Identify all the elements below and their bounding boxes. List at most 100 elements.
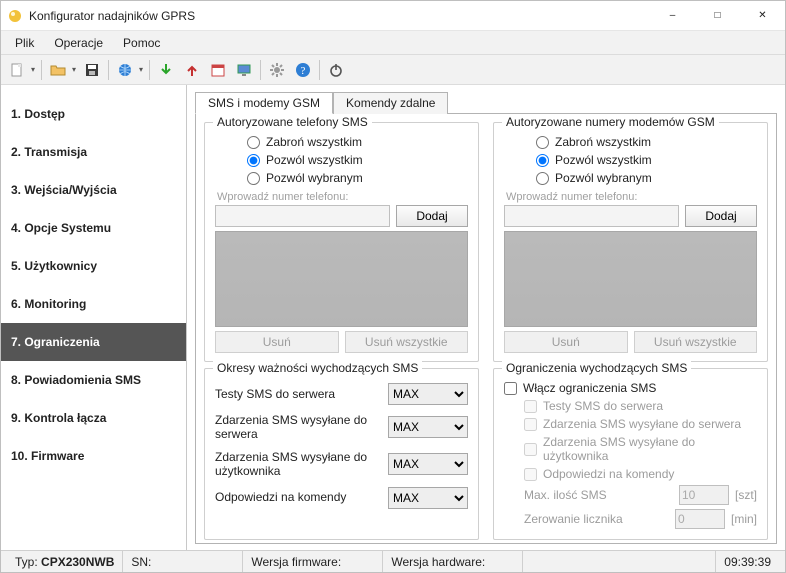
dropdown-icon[interactable]: ▾	[139, 65, 145, 74]
group-sms-limits: Ograniczenia wychodzących SMS Włącz ogra…	[493, 368, 768, 540]
menubar: Plik Operacje Pomoc	[1, 31, 785, 55]
open-folder-icon[interactable]	[46, 58, 70, 82]
toolbar: ▾ ▾ ▾ ?	[1, 55, 785, 85]
checkbox-label: Zdarzenia SMS wysyłane do użytkownika	[543, 435, 757, 463]
phone-input-label: Wprowadź numer telefonu:	[217, 191, 468, 203]
period-label-events-user: Zdarzenia SMS wysyłane do użytkownika	[215, 450, 380, 479]
radio-modems-allow-all[interactable]	[536, 154, 549, 167]
group-sms-limits-legend: Ograniczenia wychodzących SMS	[502, 361, 691, 375]
tab-remote-commands[interactable]: Komendy zdalne	[333, 92, 448, 114]
window-close-button[interactable]: ✕	[740, 1, 785, 31]
max-sms-spinner[interactable]	[679, 485, 729, 505]
checkbox-limit-tests[interactable]	[524, 400, 537, 413]
status-type-label: Typ:	[15, 555, 38, 569]
sidebar-item-access[interactable]: 1. Dostęp	[1, 95, 186, 133]
phones-listbox[interactable]	[215, 231, 468, 327]
checkbox-limit-responses[interactable]	[524, 468, 537, 481]
sidebar-item-sms-notify[interactable]: 8. Powiadomienia SMS	[1, 361, 186, 399]
group-auth-modems: Autoryzowane numery modemów GSM Zabroń w…	[493, 122, 768, 362]
menu-operations[interactable]: Operacje	[44, 32, 113, 54]
dropdown-icon[interactable]: ▾	[31, 65, 37, 74]
status-fw-label: Wersja firmware:	[251, 555, 341, 569]
group-sms-validity: Okresy ważności wychodzących SMS Testy S…	[204, 368, 479, 540]
download-icon[interactable]	[154, 58, 178, 82]
upload-icon[interactable]	[180, 58, 204, 82]
period-select-tests[interactable]: MAX	[388, 383, 468, 405]
app-icon	[7, 8, 23, 24]
period-select-events-server[interactable]: MAX	[388, 416, 468, 438]
reset-counter-label: Zerowanie licznika	[504, 512, 669, 526]
group-auth-phones: Autoryzowane telefony SMS Zabroń wszystk…	[204, 122, 479, 362]
group-sms-validity-legend: Okresy ważności wychodzących SMS	[213, 361, 422, 375]
checkbox-limit-events-server[interactable]	[524, 418, 537, 431]
checkbox-label: Włącz ograniczenia SMS	[523, 381, 656, 395]
statusbar: Typ: CPX230NWB SN: Wersja firmware: Wers…	[1, 550, 785, 572]
power-icon[interactable]	[324, 58, 348, 82]
radio-label: Pozwól wybranym	[266, 171, 363, 185]
radio-label: Zabroń wszystkim	[266, 135, 362, 149]
gear-icon[interactable]	[265, 58, 289, 82]
reset-counter-unit: [min]	[731, 512, 757, 526]
add-phone-button[interactable]: Dodaj	[396, 205, 468, 227]
phone-input[interactable]	[215, 205, 390, 227]
modem-input-label: Wprowadź numer telefonu:	[506, 191, 757, 203]
radio-phones-allow-some[interactable]	[247, 172, 260, 185]
checkbox-limit-events-user[interactable]	[524, 443, 537, 456]
sidebar-item-users[interactable]: 5. Użytkownicy	[1, 247, 186, 285]
radio-phones-allow-all[interactable]	[247, 154, 260, 167]
modem-input[interactable]	[504, 205, 679, 227]
max-sms-label: Max. ilość SMS	[504, 488, 673, 502]
period-select-events-user[interactable]: MAX	[388, 453, 468, 475]
menu-file[interactable]: Plik	[5, 32, 44, 54]
save-icon[interactable]	[80, 58, 104, 82]
content-area: SMS i modemy GSM Komendy zdalne Autoryzo…	[187, 85, 785, 550]
period-select-responses[interactable]: MAX	[388, 487, 468, 509]
radio-label: Pozwól wybranym	[555, 171, 652, 185]
window-maximize-button[interactable]: □	[695, 1, 740, 31]
radio-modems-forbid[interactable]	[536, 136, 549, 149]
sidebar: 1. Dostęp 2. Transmisja 3. Wejścia/Wyjśc…	[1, 85, 187, 550]
status-sn-label: SN:	[131, 555, 151, 569]
remove-all-modems-button[interactable]: Usuń wszystkie	[634, 331, 758, 353]
svg-text:?: ?	[301, 65, 306, 77]
radio-phones-forbid[interactable]	[247, 136, 260, 149]
radio-modems-allow-some[interactable]	[536, 172, 549, 185]
modems-listbox[interactable]	[504, 231, 757, 327]
period-label-tests: Testy SMS do serwera	[215, 387, 380, 401]
checkbox-enable-limits[interactable]	[504, 382, 517, 395]
globe-icon[interactable]	[113, 58, 137, 82]
titlebar: Konfigurator nadajników GPRS – □ ✕	[1, 1, 785, 31]
remove-all-phones-button[interactable]: Usuń wszystkie	[345, 331, 469, 353]
new-file-icon[interactable]	[5, 58, 29, 82]
menu-help[interactable]: Pomoc	[113, 32, 170, 54]
sidebar-item-link-check[interactable]: 9. Kontrola łącza	[1, 399, 186, 437]
window-minimize-button[interactable]: –	[650, 1, 695, 31]
radio-label: Zabroń wszystkim	[555, 135, 651, 149]
period-label-events-server: Zdarzenia SMS wysyłane do serwera	[215, 413, 380, 442]
monitor-icon[interactable]	[232, 58, 256, 82]
sidebar-item-transmission[interactable]: 2. Transmisja	[1, 133, 186, 171]
tab-panel-sms: Autoryzowane telefony SMS Zabroń wszystk…	[195, 113, 777, 544]
dropdown-icon[interactable]: ▾	[72, 65, 78, 74]
window-title: Konfigurator nadajników GPRS	[29, 9, 650, 23]
add-modem-button[interactable]: Dodaj	[685, 205, 757, 227]
sidebar-item-limits[interactable]: 7. Ograniczenia	[1, 323, 186, 361]
help-icon[interactable]: ?	[291, 58, 315, 82]
radio-label: Pozwól wszystkim	[555, 153, 652, 167]
tab-sms-modems[interactable]: SMS i modemy GSM	[195, 92, 333, 114]
reset-counter-spinner[interactable]	[675, 509, 725, 529]
tab-strip: SMS i modemy GSM Komendy zdalne	[195, 91, 777, 113]
sidebar-item-io[interactable]: 3. Wejścia/Wyjścia	[1, 171, 186, 209]
group-auth-modems-legend: Autoryzowane numery modemów GSM	[502, 115, 719, 129]
checkbox-label: Odpowiedzi na komendy	[543, 467, 674, 481]
sidebar-item-sysoptions[interactable]: 4. Opcje Systemu	[1, 209, 186, 247]
remove-modem-button[interactable]: Usuń	[504, 331, 628, 353]
remove-phone-button[interactable]: Usuń	[215, 331, 339, 353]
sidebar-item-monitoring[interactable]: 6. Monitoring	[1, 285, 186, 323]
calendar-icon[interactable]	[206, 58, 230, 82]
status-hw-label: Wersja hardware:	[391, 555, 485, 569]
checkbox-label: Testy SMS do serwera	[543, 399, 663, 413]
group-auth-phones-legend: Autoryzowane telefony SMS	[213, 115, 372, 129]
status-clock: 09:39:39	[724, 555, 771, 569]
sidebar-item-firmware[interactable]: 10. Firmware	[1, 437, 186, 475]
